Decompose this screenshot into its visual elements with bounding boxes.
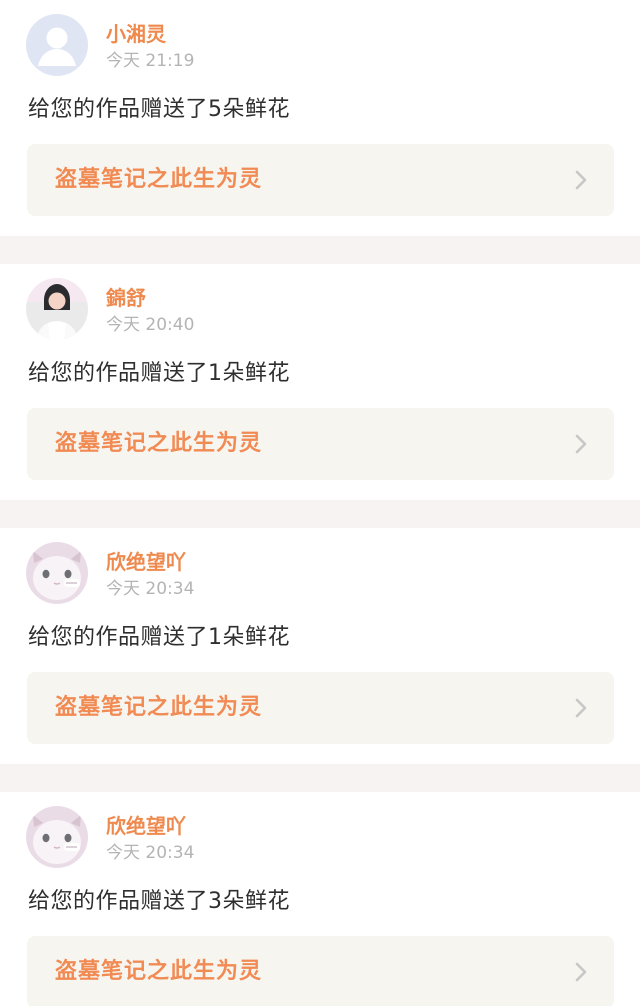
- timestamp: 今天 20:40: [106, 315, 195, 335]
- username[interactable]: 錦舒: [106, 286, 146, 310]
- work-link-card[interactable]: 盗墓笔记之此生为灵: [27, 408, 614, 480]
- notification-item: 欣绝望吖 今天 20:34 给您的作品赠送了3朵鲜花 盗墓笔记之此生为灵: [0, 792, 640, 1006]
- gift-message: 给您的作品赠送了1朵鲜花: [28, 361, 290, 386]
- chevron-right-icon: [574, 696, 588, 720]
- timestamp: 今天 20:34: [106, 843, 195, 863]
- work-link-card[interactable]: 盗墓笔记之此生为灵: [27, 936, 614, 1006]
- gift-message: 给您的作品赠送了3朵鲜花: [28, 889, 290, 914]
- work-title: 盗墓笔记之此生为灵: [55, 167, 263, 192]
- notification-item: 欣绝望吖 今天 20:34 给您的作品赠送了1朵鲜花 盗墓笔记之此生为灵: [0, 528, 640, 764]
- user-avatar[interactable]: [26, 542, 88, 604]
- notification-item: 錦舒 今天 20:40 给您的作品赠送了1朵鲜花 盗墓笔记之此生为灵: [0, 264, 640, 500]
- user-avatar[interactable]: [26, 14, 88, 76]
- timestamp: 今天 20:34: [106, 579, 195, 599]
- gift-message: 给您的作品赠送了1朵鲜花: [28, 625, 290, 650]
- gift-message: 给您的作品赠送了5朵鲜花: [28, 97, 290, 122]
- work-title: 盗墓笔记之此生为灵: [55, 431, 263, 456]
- girl-photo-avatar-icon: [26, 278, 88, 340]
- chevron-right-icon: [574, 960, 588, 984]
- work-link-card[interactable]: 盗墓笔记之此生为灵: [27, 672, 614, 744]
- chevron-right-icon: [574, 168, 588, 192]
- chevron-right-icon: [574, 432, 588, 456]
- username[interactable]: 欣绝望吖: [106, 550, 186, 574]
- cat-avatar-icon: [26, 806, 88, 868]
- user-avatar[interactable]: [26, 278, 88, 340]
- cat-avatar-icon: [26, 542, 88, 604]
- work-title: 盗墓笔记之此生为灵: [55, 959, 263, 984]
- gift-notification-feed: 小湘灵 今天 21:19 给您的作品赠送了5朵鲜花 盗墓笔记之此生为灵 錦舒 今…: [0, 0, 640, 1006]
- work-link-card[interactable]: 盗墓笔记之此生为灵: [27, 144, 614, 216]
- work-title: 盗墓笔记之此生为灵: [55, 695, 263, 720]
- notification-item: 小湘灵 今天 21:19 给您的作品赠送了5朵鲜花 盗墓笔记之此生为灵: [0, 0, 640, 236]
- username[interactable]: 小湘灵: [106, 22, 166, 46]
- user-avatar[interactable]: [26, 806, 88, 868]
- timestamp: 今天 21:19: [106, 51, 195, 71]
- default-user-avatar-icon: [26, 14, 88, 76]
- username[interactable]: 欣绝望吖: [106, 814, 186, 838]
